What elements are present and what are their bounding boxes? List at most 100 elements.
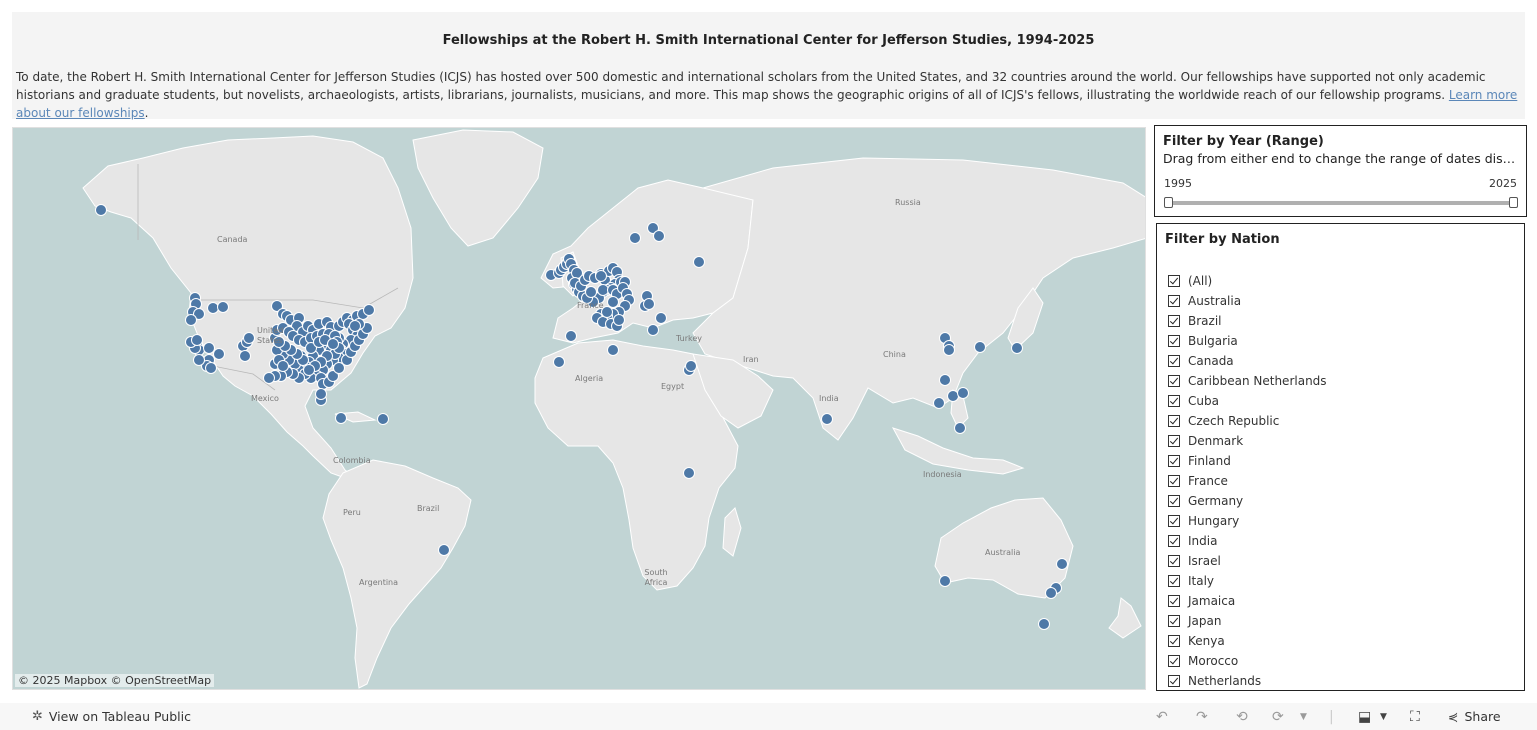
fellow-location-marker[interactable] [933,397,945,409]
nation-item[interactable]: (All) [1168,271,1327,291]
fellow-location-marker[interactable] [207,302,219,314]
checkbox-checked-icon[interactable] [1168,615,1180,627]
fellow-location-marker[interactable] [947,390,959,402]
fellow-location-marker[interactable] [643,298,655,310]
nation-item[interactable]: Germany [1168,491,1327,511]
redo-icon[interactable]: ↷ [1196,709,1208,725]
fellow-location-marker[interactable] [438,544,450,556]
fellow-location-marker[interactable] [683,467,695,479]
map-attribution[interactable]: © 2025 Mapbox © OpenStreetMap [15,674,215,687]
fellow-location-marker[interactable] [629,232,641,244]
fellow-location-marker[interactable] [943,344,955,356]
checkbox-checked-icon[interactable] [1168,675,1180,687]
nation-item[interactable]: Brazil [1168,311,1327,331]
fellow-location-marker[interactable] [647,324,659,336]
checkbox-checked-icon[interactable] [1168,495,1180,507]
nation-item[interactable]: India [1168,531,1327,551]
checkbox-checked-icon[interactable] [1168,415,1180,427]
fellow-location-marker[interactable] [1045,587,1057,599]
year-slider-start-handle[interactable] [1164,197,1173,208]
fellow-location-marker[interactable] [585,286,597,298]
fellow-location-marker[interactable] [685,360,697,372]
nation-item[interactable]: Kenya [1168,631,1327,651]
fellow-location-marker[interactable] [613,314,625,326]
fellow-location-marker[interactable] [607,296,619,308]
fellow-location-marker[interactable] [655,312,667,324]
fellow-location-marker[interactable] [693,256,705,268]
checkbox-checked-icon[interactable] [1168,355,1180,367]
nation-item[interactable]: Caribbean Netherlands [1168,371,1327,391]
checkbox-checked-icon[interactable] [1168,395,1180,407]
fellow-location-marker[interactable] [217,301,229,313]
nation-item[interactable]: Czech Republic [1168,411,1327,431]
fellow-location-marker[interactable] [565,330,577,342]
fellow-location-marker[interactable] [349,320,361,332]
year-slider-end-handle[interactable] [1509,197,1518,208]
fellow-location-marker[interactable] [327,338,339,350]
map-canvas[interactable] [13,128,1146,690]
fellow-location-marker[interactable] [377,413,389,425]
checkbox-checked-icon[interactable] [1168,635,1180,647]
fellow-location-marker[interactable] [205,362,217,374]
fellow-location-marker[interactable] [954,422,966,434]
nation-item[interactable]: Morocco [1168,651,1327,671]
checkbox-checked-icon[interactable] [1168,515,1180,527]
world-map[interactable]: Canada United States Mexico Colombia Per… [12,127,1146,690]
nation-item[interactable]: Jamaica [1168,591,1327,611]
nation-item[interactable]: Japan [1168,611,1327,631]
fellow-location-marker[interactable] [957,387,969,399]
view-on-tableau-public[interactable]: ✲ View on Tableau Public [32,709,191,724]
checkbox-checked-icon[interactable] [1168,535,1180,547]
year-slider-track[interactable] [1167,201,1513,205]
checkbox-checked-icon[interactable] [1168,475,1180,487]
nation-item[interactable]: Bulgaria [1168,331,1327,351]
checkbox-checked-icon[interactable] [1168,295,1180,307]
fellow-location-marker[interactable] [939,575,951,587]
fellow-location-marker[interactable] [239,350,251,362]
checkbox-checked-icon[interactable] [1168,335,1180,347]
checkbox-checked-icon[interactable] [1168,375,1180,387]
nation-item[interactable]: Denmark [1168,431,1327,451]
fellow-location-marker[interactable] [185,314,197,326]
fellow-location-marker[interactable] [303,364,315,376]
nation-item[interactable]: Australia [1168,291,1327,311]
fellow-location-marker[interactable] [607,344,619,356]
fellow-location-marker[interactable] [1038,618,1050,630]
checkbox-checked-icon[interactable] [1168,555,1180,567]
fellow-location-marker[interactable] [974,341,986,353]
fullscreen-icon[interactable]: ⛶ [1410,709,1420,725]
fellow-location-marker[interactable] [213,348,225,360]
share-button[interactable]: ⋞ Share [1448,709,1501,724]
fellow-location-marker[interactable] [335,412,347,424]
fellow-location-marker[interactable] [1011,342,1023,354]
fellow-location-marker[interactable] [821,413,833,425]
fellow-location-marker[interactable] [597,284,609,296]
fellow-location-marker[interactable] [595,270,607,282]
fellow-location-marker[interactable] [191,334,203,346]
fellow-location-marker[interactable] [263,372,275,384]
checkbox-checked-icon[interactable] [1168,455,1180,467]
fellow-location-marker[interactable] [315,388,327,400]
revert-icon[interactable]: ⟲ [1236,709,1248,725]
nation-item[interactable]: Netherlands [1168,671,1327,690]
checkbox-checked-icon[interactable] [1168,315,1180,327]
fellow-location-marker[interactable] [1056,558,1068,570]
nation-item[interactable]: Italy [1168,571,1327,591]
checkbox-checked-icon[interactable] [1168,655,1180,667]
refresh-icon[interactable]: ⟳ [1272,709,1284,725]
download-icon[interactable]: ⬓ [1358,709,1371,725]
download-dropdown-icon[interactable]: ▼ [1380,712,1387,722]
nation-item[interactable]: France [1168,471,1327,491]
nation-item[interactable]: Finland [1168,451,1327,471]
checkbox-checked-icon[interactable] [1168,275,1180,287]
fellow-location-marker[interactable] [553,356,565,368]
fellow-location-marker[interactable] [95,204,107,216]
fellow-location-marker[interactable] [277,360,289,372]
fellow-location-marker[interactable] [939,374,951,386]
fellow-location-marker[interactable] [653,230,665,242]
nation-item[interactable]: Hungary [1168,511,1327,531]
nation-item[interactable]: Canada [1168,351,1327,371]
fellow-location-marker[interactable] [243,332,255,344]
refresh-dropdown-icon[interactable]: ▼ [1300,712,1307,722]
nation-item[interactable]: Israel [1168,551,1327,571]
